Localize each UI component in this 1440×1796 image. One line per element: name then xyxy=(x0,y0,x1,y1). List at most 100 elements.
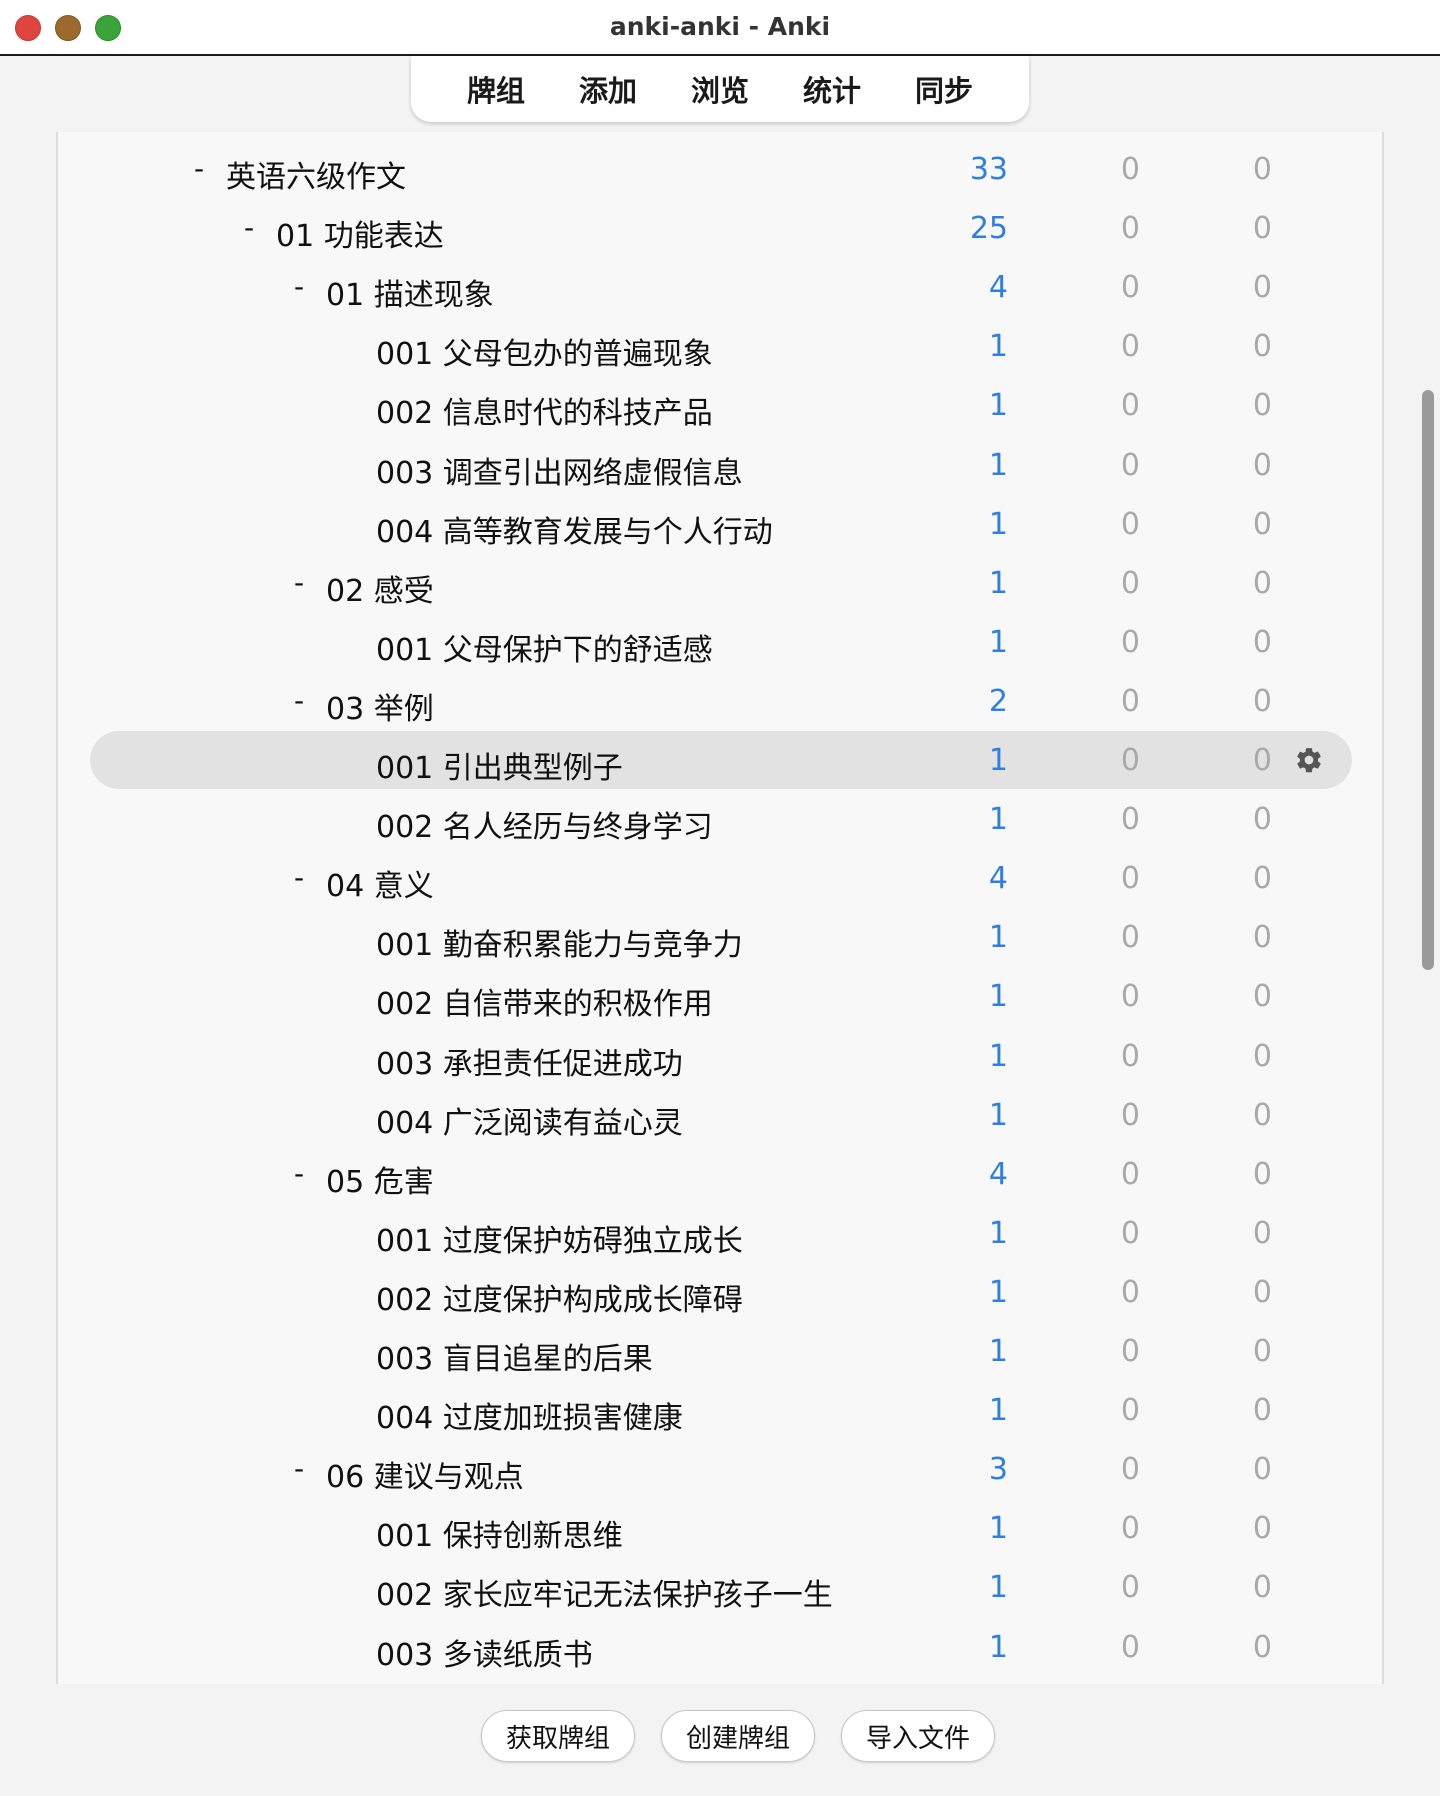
deck-row[interactable]: - 英语六级作文 33 0 0 xyxy=(90,140,1352,198)
deck-list: - 英语六级作文 33 0 0-01 功能表达 25 0 0-01 描述现象 4 0 0 001 父母… xyxy=(56,132,1384,1684)
collapse-toggle[interactable]: - xyxy=(244,211,254,244)
deck-row[interactable]: 003 多读纸质书 1 0 0 xyxy=(90,1618,1352,1676)
due-count: 0 xyxy=(1252,802,1272,838)
learn-count: 0 xyxy=(1120,1393,1140,1429)
tab-browse[interactable]: 浏览 xyxy=(683,64,757,114)
deck-name[interactable]: 002 名人经历与终身学习 xyxy=(376,802,713,846)
deck-row[interactable]: 003 盲目追星的后果 1 0 0 xyxy=(90,1322,1352,1380)
learn-count: 0 xyxy=(1120,802,1140,838)
new-count: 1 xyxy=(988,1215,1008,1251)
deck-name[interactable]: 002 信息时代的科技产品 xyxy=(376,388,713,432)
learn-count: 0 xyxy=(1120,1570,1140,1606)
deck-name[interactable]: 004 高等教育发展与个人行动 xyxy=(376,507,773,551)
learn-count: 0 xyxy=(1120,565,1140,601)
deck-name[interactable]: 05 危害 xyxy=(326,1157,434,1201)
learn-count: 0 xyxy=(1120,1334,1140,1369)
learn-count: 0 xyxy=(1120,211,1140,247)
learn-count: 0 xyxy=(1120,743,1140,778)
deck-name[interactable]: 002 自信带来的积极作用 xyxy=(376,979,713,1023)
deck-name[interactable]: 003 多读纸质书 xyxy=(376,1630,593,1674)
tab-decks[interactable]: 牌组 xyxy=(459,64,533,114)
collapse-toggle[interactable]: - xyxy=(294,1452,304,1485)
deck-row[interactable]: 002 名人经历与终身学习 1 0 0 xyxy=(90,790,1352,848)
deck-row[interactable]: 003 调查引出网络虚假信息 1 0 0 xyxy=(90,436,1352,494)
deck-name[interactable]: 06 建议与观点 xyxy=(326,1452,524,1496)
deck-row[interactable]: 001 父母保护下的舒适感 1 0 0 xyxy=(90,613,1352,671)
due-count: 0 xyxy=(1252,1334,1272,1369)
deck-name[interactable]: 001 保持创新思维 xyxy=(376,1511,623,1555)
import-file-button[interactable]: 导入文件 xyxy=(841,1710,995,1762)
tab-sync[interactable]: 同步 xyxy=(907,64,981,114)
deck-name[interactable]: 001 父母保护下的舒适感 xyxy=(376,625,713,669)
new-count: 1 xyxy=(988,1097,1008,1133)
due-count: 0 xyxy=(1252,506,1272,542)
new-count: 25 xyxy=(969,211,1008,247)
collapse-toggle[interactable]: - xyxy=(294,270,304,303)
deck-name[interactable]: 004 过度加班损害健康 xyxy=(376,1393,683,1437)
collapse-toggle[interactable]: - xyxy=(294,1157,304,1190)
deck-row[interactable]: 001 保持创新思维 1 0 0 xyxy=(90,1499,1352,1557)
deck-row[interactable]: -04 意义 4 0 0 xyxy=(90,849,1352,907)
deck-row[interactable]: 002 自信带来的积极作用 1 0 0 xyxy=(90,967,1352,1025)
deck-name[interactable]: 001 父母包办的普遍现象 xyxy=(376,329,713,373)
gear-icon[interactable] xyxy=(1294,745,1324,775)
deck-name[interactable]: 03 举例 xyxy=(326,684,434,728)
due-count: 0 xyxy=(1252,565,1272,601)
deck-name[interactable]: 001 引出典型例子 xyxy=(376,743,623,787)
deck-row[interactable]: 003 承担责任促进成功 1 0 0 xyxy=(90,1027,1352,1085)
get-shared-decks-button[interactable]: 获取牌组 xyxy=(481,1710,635,1762)
deck-row[interactable]: 001 引出典型例子 1 0 0 xyxy=(90,731,1352,789)
anki-main-window: anki-anki - Anki 牌组 添加 浏览 统计 同步 - 英语六级作文 3… xyxy=(0,0,1440,1796)
new-count: 1 xyxy=(988,1393,1008,1429)
deck-name[interactable]: 004 广泛阅读有益心灵 xyxy=(376,1098,683,1142)
deck-row[interactable]: -02 感受 1 0 0 xyxy=(90,554,1352,612)
learn-count: 0 xyxy=(1120,1629,1140,1665)
deck-name[interactable]: 002 家长应牢记无法保护孩子一生 xyxy=(376,1570,833,1614)
deck-row[interactable]: 002 家长应牢记无法保护孩子一生 1 0 0 xyxy=(90,1558,1352,1616)
deck-name[interactable]: 01 描述现象 xyxy=(326,270,494,314)
due-count: 0 xyxy=(1252,388,1272,424)
deck-row[interactable]: 001 过度保护妨碍独立成长 1 0 0 xyxy=(90,1204,1352,1262)
due-count: 0 xyxy=(1252,1097,1272,1133)
deck-row[interactable]: -01 描述现象 4 0 0 xyxy=(90,258,1352,316)
deck-row[interactable]: -05 危害 4 0 0 xyxy=(90,1145,1352,1203)
due-count: 0 xyxy=(1252,1038,1272,1074)
learn-count: 0 xyxy=(1120,861,1140,897)
deck-name[interactable]: 003 盲目追星的后果 xyxy=(376,1334,653,1378)
deck-row[interactable]: -06 建议与观点 3 0 0 xyxy=(90,1440,1352,1498)
new-count: 1 xyxy=(988,979,1008,1015)
deck-row[interactable]: 002 过度保护构成成长障碍 1 0 0 xyxy=(90,1263,1352,1321)
deck-name[interactable]: 01 功能表达 xyxy=(276,211,444,255)
learn-count: 0 xyxy=(1120,1215,1140,1251)
deck-name[interactable]: 04 意义 xyxy=(326,861,434,905)
deck-row[interactable]: 002 信息时代的科技产品 1 0 0 xyxy=(90,376,1352,434)
learn-count: 0 xyxy=(1120,624,1140,660)
deck-row[interactable]: 004 高等教育发展与个人行动 1 0 0 xyxy=(90,495,1352,553)
deck-row[interactable]: -01 功能表达 25 0 0 xyxy=(90,199,1352,257)
collapse-toggle[interactable]: - xyxy=(294,861,304,894)
tab-stats[interactable]: 统计 xyxy=(795,64,869,114)
learn-count: 0 xyxy=(1120,1511,1140,1547)
new-count: 1 xyxy=(988,447,1008,483)
due-count: 0 xyxy=(1252,329,1272,365)
collapse-toggle[interactable]: - xyxy=(194,152,204,185)
deck-name[interactable]: 英语六级作文 xyxy=(226,152,406,196)
collapse-toggle[interactable]: - xyxy=(294,684,304,717)
create-deck-button[interactable]: 创建牌组 xyxy=(661,1710,815,1762)
deck-name[interactable]: 001 过度保护妨碍独立成长 xyxy=(376,1216,743,1260)
deck-name[interactable]: 003 调查引出网络虚假信息 xyxy=(376,448,743,492)
learn-count: 0 xyxy=(1120,1156,1140,1192)
deck-row[interactable]: 001 勤奋积累能力与竞争力 1 0 0 xyxy=(90,908,1352,966)
tab-add[interactable]: 添加 xyxy=(571,64,645,114)
deck-name[interactable]: 001 勤奋积累能力与竞争力 xyxy=(376,920,743,964)
deck-name[interactable]: 02 感受 xyxy=(326,566,434,610)
deck-list-scrollbar[interactable] xyxy=(1422,390,1434,970)
deck-name[interactable]: 003 承担责任促进成功 xyxy=(376,1039,683,1083)
deck-row[interactable]: 001 父母包办的普遍现象 1 0 0 xyxy=(90,317,1352,375)
deck-row[interactable]: -03 举例 2 0 0 xyxy=(90,672,1352,730)
deck-row[interactable]: 004 过度加班损害健康 1 0 0 xyxy=(90,1381,1352,1439)
deck-name[interactable]: 002 过度保护构成成长障碍 xyxy=(376,1275,743,1319)
collapse-toggle[interactable]: - xyxy=(294,566,304,599)
due-count: 0 xyxy=(1252,979,1272,1015)
deck-row[interactable]: 004 广泛阅读有益心灵 1 0 0 xyxy=(90,1086,1352,1144)
